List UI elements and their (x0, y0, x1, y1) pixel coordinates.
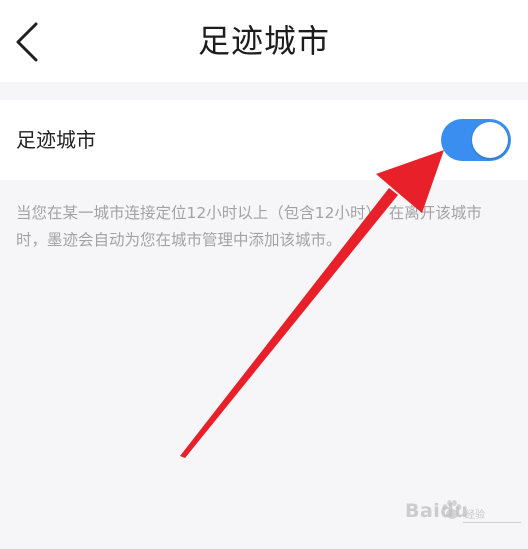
settings-page: 足迹城市 足迹城市 当您在某一城市连接定位12小时以上（包含12小时），在离开该… (0, 0, 528, 549)
footprint-city-label: 足迹城市 (16, 128, 96, 152)
toggle-knob (472, 122, 508, 158)
watermark-subtext: 经验 (465, 510, 485, 521)
page-title: 足迹城市 (197, 22, 330, 60)
paw-icon (442, 500, 462, 519)
baidu-watermark: Baidu 经验 (405, 496, 523, 532)
footprint-city-toggle[interactable] (441, 119, 511, 161)
watermark-underline (463, 522, 521, 523)
footprint-city-description: 当您在某一城市连接定位12小时以上（包含12小时），在离开该城市时，墨迹会自动为… (16, 204, 482, 249)
header-bar: 足迹城市 (0, 0, 528, 82)
annotation-arrow (180, 150, 444, 458)
